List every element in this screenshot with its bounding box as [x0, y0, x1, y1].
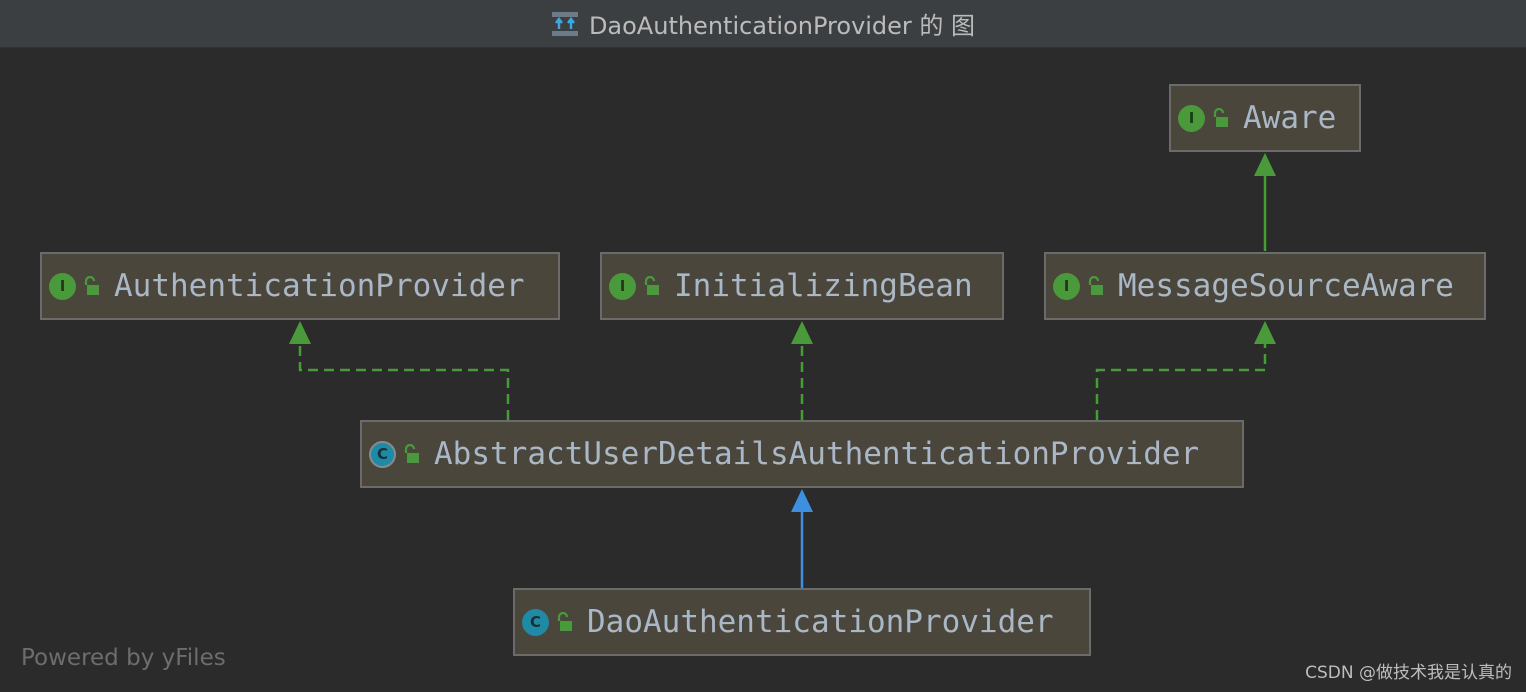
diagram-canvas[interactable]: I Aware I AuthenticationProvider I Initi…: [0, 48, 1526, 692]
window-title-bar: DaoAuthenticationProvider 的 图: [0, 0, 1526, 48]
node-messagesourceaware[interactable]: I MessageSourceAware: [1044, 252, 1486, 320]
public-lock-icon: [1213, 108, 1228, 127]
public-lock-icon: [557, 612, 572, 631]
node-label: MessageSourceAware: [1118, 268, 1454, 304]
edge-abstract-authenticationprovider: [289, 321, 510, 420]
interface-badge-icon: I: [1053, 272, 1080, 300]
powered-by-text: Powered by yFiles: [21, 645, 226, 671]
node-abstractuserdetailsauthenticationprovider[interactable]: C AbstractUserDetailsAuthenticationProvi…: [360, 420, 1244, 488]
public-lock-icon: [1088, 276, 1103, 295]
node-label: AuthenticationProvider: [114, 268, 525, 304]
edge-abstract-messagesourceaware: [1095, 321, 1276, 420]
interface-badge-icon: I: [609, 272, 636, 300]
edge-dao-abstract: [791, 489, 813, 588]
edge-messagesourceaware-aware: [1254, 153, 1276, 251]
node-label: InitializingBean: [674, 268, 973, 304]
abstract-class-badge-icon: C: [369, 440, 396, 468]
edge-abstract-initializingbean: [791, 321, 813, 420]
window-title: DaoAuthenticationProvider 的 图: [588, 12, 976, 40]
diagram-icon: [551, 11, 578, 36]
interface-badge-icon: I: [1178, 104, 1205, 132]
node-authenticationprovider[interactable]: I AuthenticationProvider: [40, 252, 560, 320]
node-daoauthenticationprovider[interactable]: C DaoAuthenticationProvider: [513, 588, 1091, 656]
node-initializingbean[interactable]: I InitializingBean: [600, 252, 1004, 320]
public-lock-icon: [84, 276, 99, 295]
public-lock-icon: [404, 444, 419, 463]
node-label: Aware: [1243, 100, 1337, 136]
interface-badge-icon: I: [49, 272, 76, 300]
class-badge-icon: C: [522, 608, 549, 636]
node-label: AbstractUserDetailsAuthenticationProvide…: [434, 436, 1200, 472]
node-label: DaoAuthenticationProvider: [587, 604, 1054, 640]
watermark-text: CSDN @做技术我是认真的: [1305, 663, 1512, 683]
public-lock-icon: [644, 276, 659, 295]
node-aware[interactable]: I Aware: [1169, 84, 1361, 152]
